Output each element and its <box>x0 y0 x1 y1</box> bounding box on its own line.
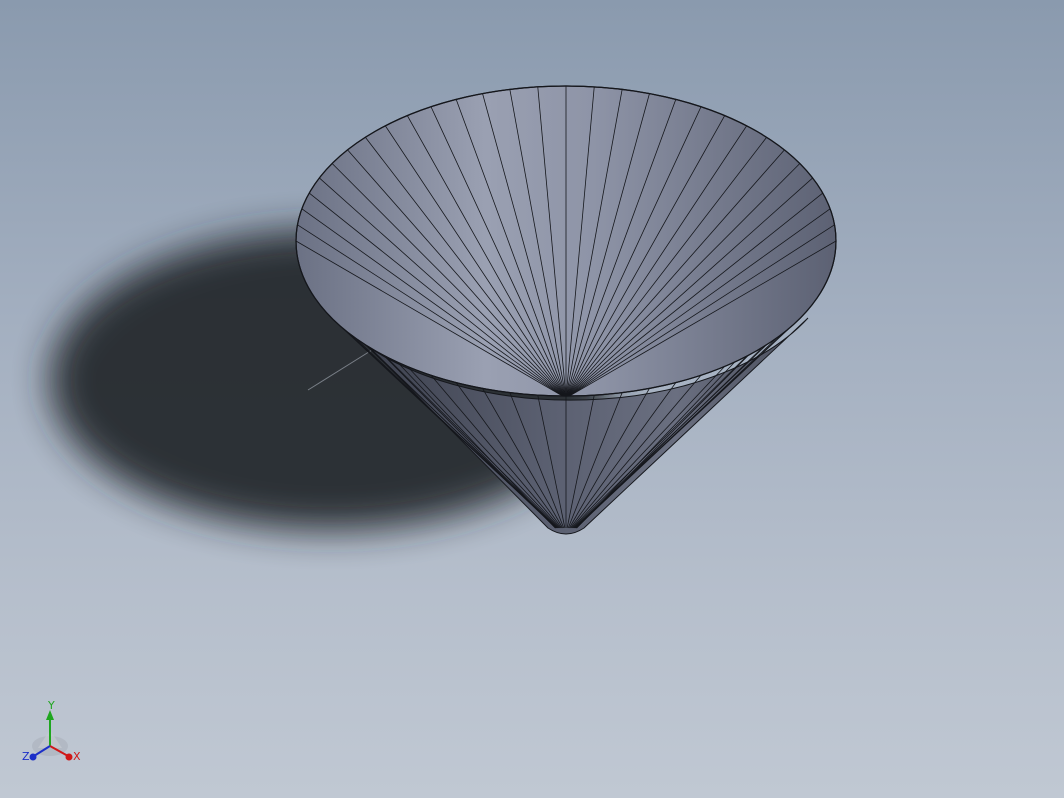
3d-viewport[interactable]: Y X Z <box>0 0 1064 798</box>
z-axis-arrowhead <box>29 753 37 761</box>
model-scene[interactable] <box>0 0 1064 798</box>
x-axis-label: X <box>73 750 81 763</box>
z-axis-label: Z <box>22 750 30 763</box>
view-orientation-triad[interactable]: Y X Z <box>18 700 88 770</box>
x-axis-arrowhead <box>65 753 73 761</box>
y-axis-label: Y <box>47 700 55 712</box>
